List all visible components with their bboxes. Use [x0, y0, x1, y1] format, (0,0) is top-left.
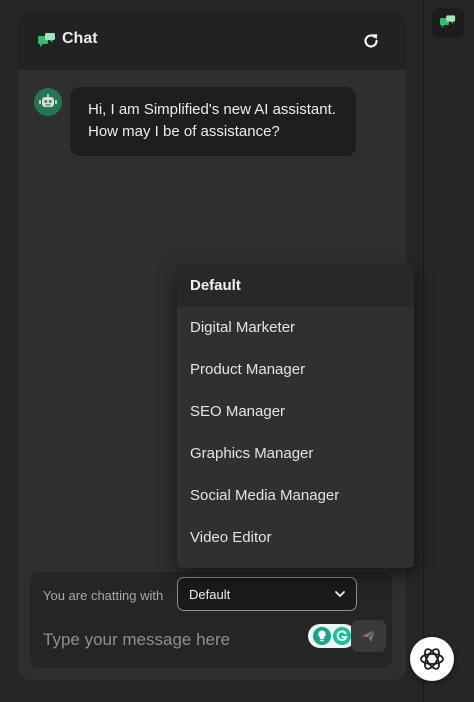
chatting-with-label: You are chatting with — [43, 588, 164, 603]
assistant-message: Hi, I am Simplified's new AI assistant. … — [70, 87, 356, 156]
side-chat-button[interactable] — [432, 8, 464, 38]
persona-option-graphics-manager[interactable]: Graphics Manager — [177, 433, 414, 475]
openai-button[interactable] — [410, 637, 454, 681]
chat-icon — [440, 15, 456, 28]
persona-option-product-manager[interactable]: Product Manager — [177, 349, 414, 391]
openai-icon — [420, 648, 444, 670]
persona-option-video-editor[interactable]: Video Editor — [177, 517, 414, 559]
send-icon — [362, 629, 376, 642]
grammarly-icon[interactable] — [333, 627, 351, 645]
composer: You are chatting with Default — [30, 572, 392, 668]
send-button[interactable] — [351, 620, 386, 652]
robot-icon — [39, 94, 57, 107]
panel-divider — [423, 0, 424, 702]
persona-option-default[interactable]: Default — [177, 265, 414, 307]
lightbulb-icon[interactable] — [313, 627, 331, 645]
message-input[interactable] — [43, 630, 283, 650]
persona-option-seo-manager[interactable]: SEO Manager — [177, 391, 414, 433]
writing-tools[interactable] — [308, 624, 356, 648]
bot-avatar — [34, 88, 62, 116]
persona-select[interactable]: Default — [177, 577, 357, 611]
chat-title: Chat — [62, 30, 98, 47]
persona-option-social-media-manager[interactable]: Social Media Manager — [177, 475, 414, 517]
chat-icon — [38, 33, 56, 49]
chat-header: Chat — [18, 10, 406, 70]
persona-option-digital-marketer[interactable]: Digital Marketer — [177, 307, 414, 349]
persona-select-value: Default — [189, 587, 231, 602]
persona-dropdown: Default Digital Marketer Product Manager… — [177, 265, 414, 568]
chevron-down-icon — [335, 591, 345, 597]
refresh-icon — [364, 34, 378, 48]
refresh-button[interactable] — [361, 31, 381, 51]
